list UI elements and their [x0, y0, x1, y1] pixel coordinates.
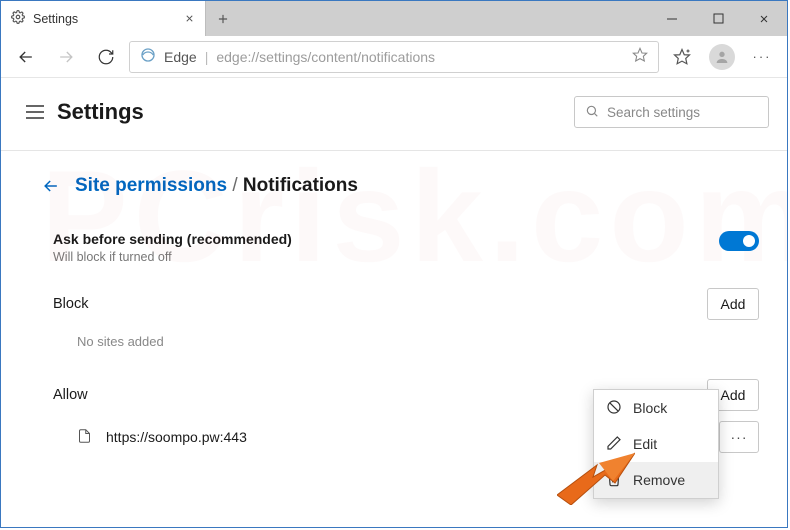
edge-logo-icon	[140, 47, 156, 66]
ctx-label: Block	[633, 400, 667, 416]
close-tab-icon[interactable]	[184, 11, 195, 27]
close-window-button[interactable]	[741, 1, 787, 36]
new-tab-button[interactable]	[206, 1, 240, 36]
breadcrumb-parent-link[interactable]: Site permissions	[75, 175, 227, 196]
allow-site-more-button[interactable]: ···	[719, 421, 759, 453]
browser-tab[interactable]: Settings	[1, 1, 206, 36]
breadcrumb-current: Notifications	[243, 175, 358, 196]
block-section-title: Block	[53, 296, 88, 312]
url-text: edge://settings/content/notifications	[216, 49, 624, 65]
block-add-button[interactable]: Add	[707, 288, 759, 320]
content-header: Settings Search settings	[1, 78, 787, 151]
tab-title: Settings	[33, 12, 176, 26]
context-menu-block[interactable]: Block	[594, 390, 718, 426]
site-identity-label: Edge	[164, 49, 197, 65]
allow-site-url: https://soompo.pw:443	[106, 429, 247, 445]
pencil-icon	[606, 435, 622, 454]
file-icon	[77, 427, 92, 448]
ask-before-sending-label: Ask before sending (recommended)	[53, 231, 292, 247]
gear-icon	[11, 10, 25, 27]
ctx-label: Edit	[633, 436, 657, 452]
favorites-button[interactable]	[665, 40, 699, 74]
trash-icon	[606, 471, 622, 490]
block-empty-text: No sites added	[53, 320, 759, 357]
maximize-button[interactable]	[695, 1, 741, 36]
page-title: Settings	[57, 99, 144, 125]
breadcrumb: Site permissions / Notifications	[41, 175, 759, 197]
breadcrumb-back-icon[interactable]	[41, 176, 61, 196]
back-button[interactable]	[9, 40, 43, 74]
profile-avatar[interactable]	[705, 40, 739, 74]
search-placeholder: Search settings	[607, 105, 700, 120]
more-menu-button[interactable]: ···	[745, 40, 779, 74]
search-icon	[585, 104, 599, 121]
favorite-star-icon[interactable]	[632, 47, 648, 66]
allow-section-title: Allow	[53, 387, 88, 403]
context-menu-remove[interactable]: Remove	[594, 462, 718, 498]
address-field[interactable]: Edge | edge://settings/content/notificat…	[129, 41, 659, 73]
titlebar: Settings	[1, 1, 787, 36]
refresh-button[interactable]	[89, 40, 123, 74]
address-bar: Edge | edge://settings/content/notificat…	[1, 36, 787, 78]
context-menu-edit[interactable]: Edit	[594, 426, 718, 462]
forward-button[interactable]	[49, 40, 83, 74]
ask-before-sending-sub: Will block if turned off	[53, 250, 292, 264]
block-icon	[606, 399, 622, 418]
ask-before-sending-toggle[interactable]	[719, 231, 759, 251]
menu-toggle-icon[interactable]	[19, 105, 51, 119]
site-context-menu: Block Edit Remove	[593, 389, 719, 499]
ctx-label: Remove	[633, 472, 685, 488]
search-settings-input[interactable]: Search settings	[574, 96, 769, 128]
minimize-button[interactable]	[649, 1, 695, 36]
